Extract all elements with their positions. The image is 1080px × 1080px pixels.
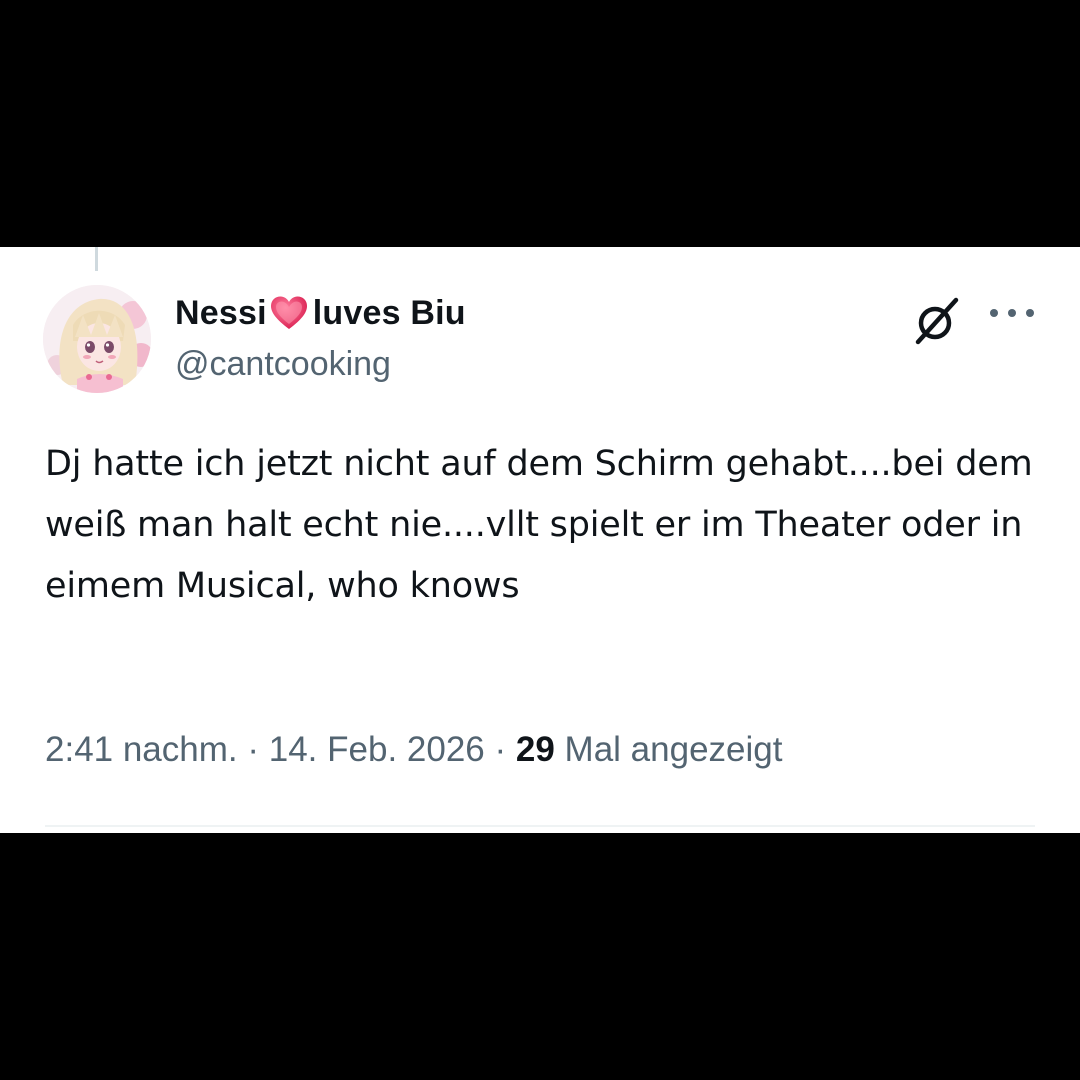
author-handle[interactable]: @cantcooking	[175, 345, 391, 384]
grok-icon[interactable]	[912, 296, 962, 346]
more-dot	[990, 309, 998, 317]
tweet-card[interactable]: Nessi luves Biu @cantcooking Dj hatte ic…	[0, 247, 1080, 833]
tweet-time[interactable]: 2:41 nachm.	[45, 730, 238, 769]
display-name-second: luves Biu	[312, 293, 466, 332]
more-icon[interactable]	[990, 303, 1034, 323]
screenshot-frame: Nessi luves Biu @cantcooking Dj hatte ic…	[0, 0, 1080, 1080]
tweet-meta: 2:41 nachm. · 14. Feb. 2026 · 29 Mal ang…	[45, 730, 782, 770]
views-label: Mal angezeigt	[564, 730, 783, 769]
tweet-text: Dj hatte ich jetzt nicht auf dem Schirm …	[45, 444, 1033, 606]
author-name-row[interactable]: Nessi luves Biu	[175, 293, 466, 333]
meta-separator: ·	[494, 730, 507, 769]
more-dot	[1008, 309, 1016, 317]
divider	[45, 825, 1035, 827]
thread-connector-line	[95, 247, 98, 271]
meta-separator: ·	[247, 730, 260, 769]
more-dot	[1026, 309, 1034, 317]
avatar[interactable]	[43, 285, 151, 393]
views-count: 29	[515, 730, 555, 769]
heart-icon	[269, 295, 309, 331]
display-name-first: Nessi	[175, 293, 267, 332]
tweet-date[interactable]: 14. Feb. 2026	[269, 730, 485, 769]
avatar-image	[43, 285, 151, 393]
